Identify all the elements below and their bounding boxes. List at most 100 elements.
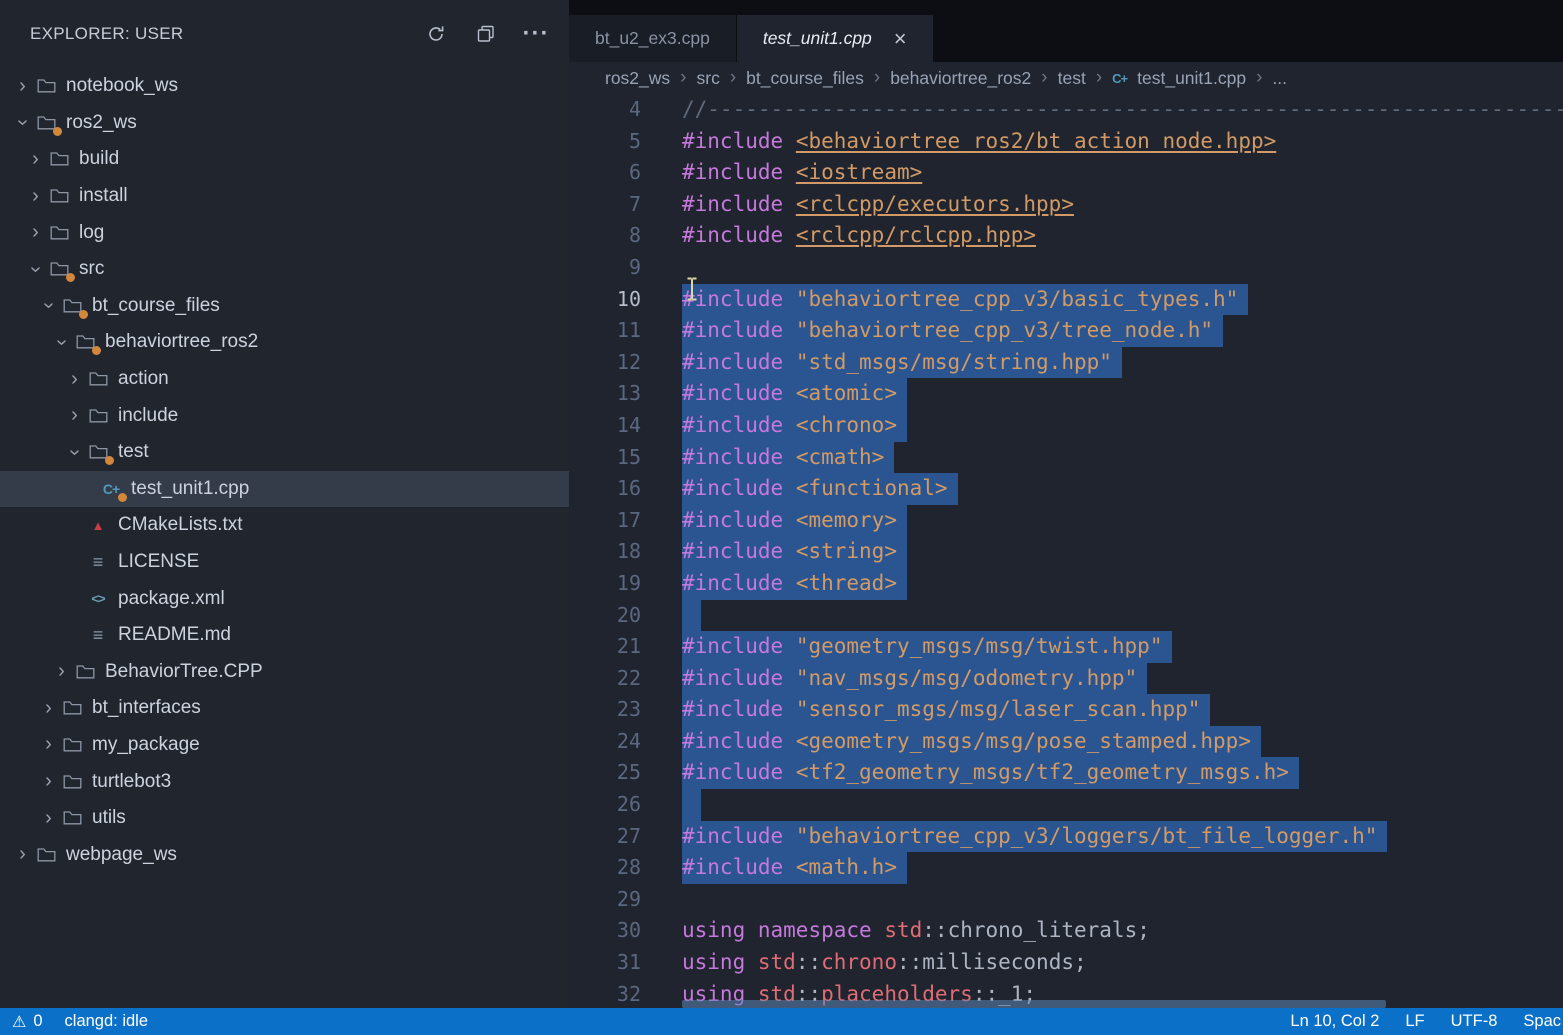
tree-item-install[interactable]: ›install (0, 178, 569, 215)
code-line-25[interactable]: 25#include <tf2_geometry_msgs/tf2_geomet… (569, 757, 1563, 789)
code-text: #include <geometry_msgs/msg/pose_stamped… (682, 726, 1261, 758)
license-file-icon: ≡ (87, 553, 109, 571)
code-line-20[interactable]: 20 (569, 600, 1563, 632)
code-line-7[interactable]: 7#include <rclcpp/executors.hpp> (569, 189, 1563, 221)
code-line-23[interactable]: 23#include "sensor_msgs/msg/laser_scan.h… (569, 694, 1563, 726)
modified-dot (105, 456, 114, 465)
explorer-header: EXPLORER: USER ··· (0, 0, 569, 68)
collapse-all-icon[interactable] (473, 21, 499, 47)
code-area[interactable]: 4//-------------------------------------… (569, 94, 1563, 1008)
tree-item-package.xml[interactable]: ›<>package.xml (0, 580, 569, 617)
code-line-10[interactable]: 10#include "behaviortree_cpp_v3/basic_ty… (569, 284, 1563, 316)
breadcrumb-item-test[interactable]: test (1058, 68, 1086, 89)
folder-icon (61, 699, 83, 717)
line-number: 19 (569, 568, 641, 600)
tab-test_unit1.cpp[interactable]: test_unit1.cpp × (737, 15, 933, 62)
tree-item-notebook_ws[interactable]: ›notebook_ws (0, 68, 569, 105)
tree-item-CMakeLists.txt[interactable]: ›▲CMakeLists.txt (0, 507, 569, 544)
status-bar-left: ⚠ 0 clangd: idle (0, 1012, 148, 1032)
tree-item-behaviortree_ros2[interactable]: ›behaviortree_ros2 (0, 324, 569, 361)
code-line-19[interactable]: 19 #include <thread> (569, 568, 1563, 600)
code-line-27[interactable]: 27#include "behaviortree_cpp_v3/loggers/… (569, 821, 1563, 853)
encoding-indicator[interactable]: UTF-8 (1451, 1012, 1498, 1031)
code-line-31[interactable]: 31using std::chrono::milliseconds; (569, 947, 1563, 979)
more-actions-icon[interactable]: ··· (523, 21, 549, 47)
tree-item-build[interactable]: ›build (0, 141, 569, 178)
folder-icon (61, 773, 83, 791)
code-line-28[interactable]: 28#include <math.h> (569, 852, 1563, 884)
breadcrumb-more[interactable]: ... (1272, 68, 1287, 89)
code-line-6[interactable]: 6#include <iostream> (569, 157, 1563, 189)
tree-item-label: README.md (118, 624, 231, 646)
chevron-down-icon: › (37, 297, 60, 314)
code-text: #include "nav_msgs/msg/odometry.hpp" (682, 663, 1147, 695)
breadcrumb-item-ros2_ws[interactable]: ros2_ws (605, 68, 670, 89)
cursor-position[interactable]: Ln 10, Col 2 (1290, 1012, 1379, 1031)
tree-item-ros2_ws[interactable]: ›ros2_ws (0, 105, 569, 142)
code-line-13[interactable]: 13#include <atomic> (569, 378, 1563, 410)
status-bar: ⚠ 0 clangd: idle Ln 10, Col 2 LF UTF-8 S… (0, 1008, 1563, 1035)
line-number: 14 (569, 410, 641, 442)
tree-item-my_package[interactable]: ›my_package (0, 727, 569, 764)
code-line-14[interactable]: 14#include <chrono> (569, 410, 1563, 442)
code-line-8[interactable]: 8#include <rclcpp/rclcpp.hpp> (569, 220, 1563, 252)
breadcrumb-item-test_unit1.cpp[interactable]: test_unit1.cpp (1137, 68, 1246, 89)
line-number: 20 (569, 600, 641, 632)
clangd-status[interactable]: clangd: idle (65, 1012, 148, 1031)
folder-icon (35, 77, 57, 95)
tree-item-bt_course_files[interactable]: ›bt_course_files (0, 288, 569, 325)
code-line-11[interactable]: 11#include "behaviortree_cpp_v3/tree_nod… (569, 315, 1563, 347)
tree-item-test_unit1.cpp[interactable]: ›C+test_unit1.cpp (0, 471, 569, 508)
breadcrumb-item-bt_course_files[interactable]: bt_course_files (746, 68, 864, 89)
eol-indicator[interactable]: LF (1405, 1012, 1424, 1031)
code-line-9[interactable]: 9 (569, 252, 1563, 284)
markdown-file-icon: ≡ (87, 626, 109, 644)
code-line-30[interactable]: 30using namespace std::chrono_literals; (569, 915, 1563, 947)
code-text (682, 600, 701, 632)
chevron-right-icon: › (730, 67, 736, 89)
code-line-12[interactable]: 12#include "std_msgs/msg/string.hpp" (569, 347, 1563, 379)
tree-item-bt_interfaces[interactable]: ›bt_interfaces (0, 690, 569, 727)
horizontal-scrollbar[interactable] (682, 1000, 1386, 1008)
tree-item-utils[interactable]: ›utils (0, 800, 569, 837)
folder-icon (61, 736, 83, 754)
code-text: using std::chrono::milliseconds; (682, 947, 1087, 979)
tab-bt_u2_ex3.cpp[interactable]: bt_u2_ex3.cpp (569, 15, 736, 62)
tree-item-action[interactable]: ›action (0, 361, 569, 398)
code-text: #include <thread> (682, 568, 907, 600)
tree-item-label: turtlebot3 (92, 771, 171, 793)
code-line-24[interactable]: 24#include <geometry_msgs/msg/pose_stamp… (569, 726, 1563, 758)
code-line-17[interactable]: 17#include <memory> (569, 505, 1563, 537)
code-line-5[interactable]: 5#include <behaviortree_ros2/bt_action_n… (569, 126, 1563, 158)
folder-icon (61, 297, 83, 315)
tree-item-log[interactable]: ›log (0, 214, 569, 251)
code-line-21[interactable]: 21#include "geometry_msgs/msg/twist.hpp" (569, 631, 1563, 663)
line-number: 30 (569, 915, 641, 947)
chevron-right-icon: › (27, 185, 44, 208)
tree-item-turtlebot3[interactable]: ›turtlebot3 (0, 763, 569, 800)
code-line-26[interactable]: 26 (569, 789, 1563, 821)
tree-item-BehaviorTree.CPP[interactable]: ›BehaviorTree.CPP (0, 654, 569, 691)
line-number: 22 (569, 663, 641, 695)
code-line-18[interactable]: 18#include <string> (569, 536, 1563, 568)
tree-item-src[interactable]: ›src (0, 251, 569, 288)
breadcrumb-item-src[interactable]: src (697, 68, 720, 89)
refresh-icon[interactable] (423, 21, 449, 47)
tree-item-LICENSE[interactable]: ›≡LICENSE (0, 544, 569, 581)
tree-item-include[interactable]: ›include (0, 397, 569, 434)
code-line-15[interactable]: 15#include <cmath> (569, 442, 1563, 474)
code-line-22[interactable]: 22 #include "nav_msgs/msg/odometry.hpp" (569, 663, 1563, 695)
problems-indicator[interactable]: ⚠ 0 (12, 1012, 43, 1032)
code-line-29[interactable]: 29 (569, 884, 1563, 916)
tree-item-webpage_ws[interactable]: ›webpage_ws (0, 836, 569, 873)
tab-label: bt_u2_ex3.cpp (595, 28, 710, 49)
indentation-indicator[interactable]: Spac (1523, 1012, 1561, 1031)
tree-item-test[interactable]: ›test (0, 434, 569, 471)
tree-item-README.md[interactable]: ›≡README.md (0, 617, 569, 654)
breadcrumb-item-behaviortree_ros2[interactable]: behaviortree_ros2 (890, 68, 1031, 89)
code-line-4[interactable]: 4//-------------------------------------… (569, 94, 1563, 126)
chevron-right-icon: › (66, 404, 83, 427)
close-icon[interactable]: × (894, 28, 907, 50)
line-number: 5 (569, 126, 641, 158)
code-line-16[interactable]: 16#include <functional> (569, 473, 1563, 505)
